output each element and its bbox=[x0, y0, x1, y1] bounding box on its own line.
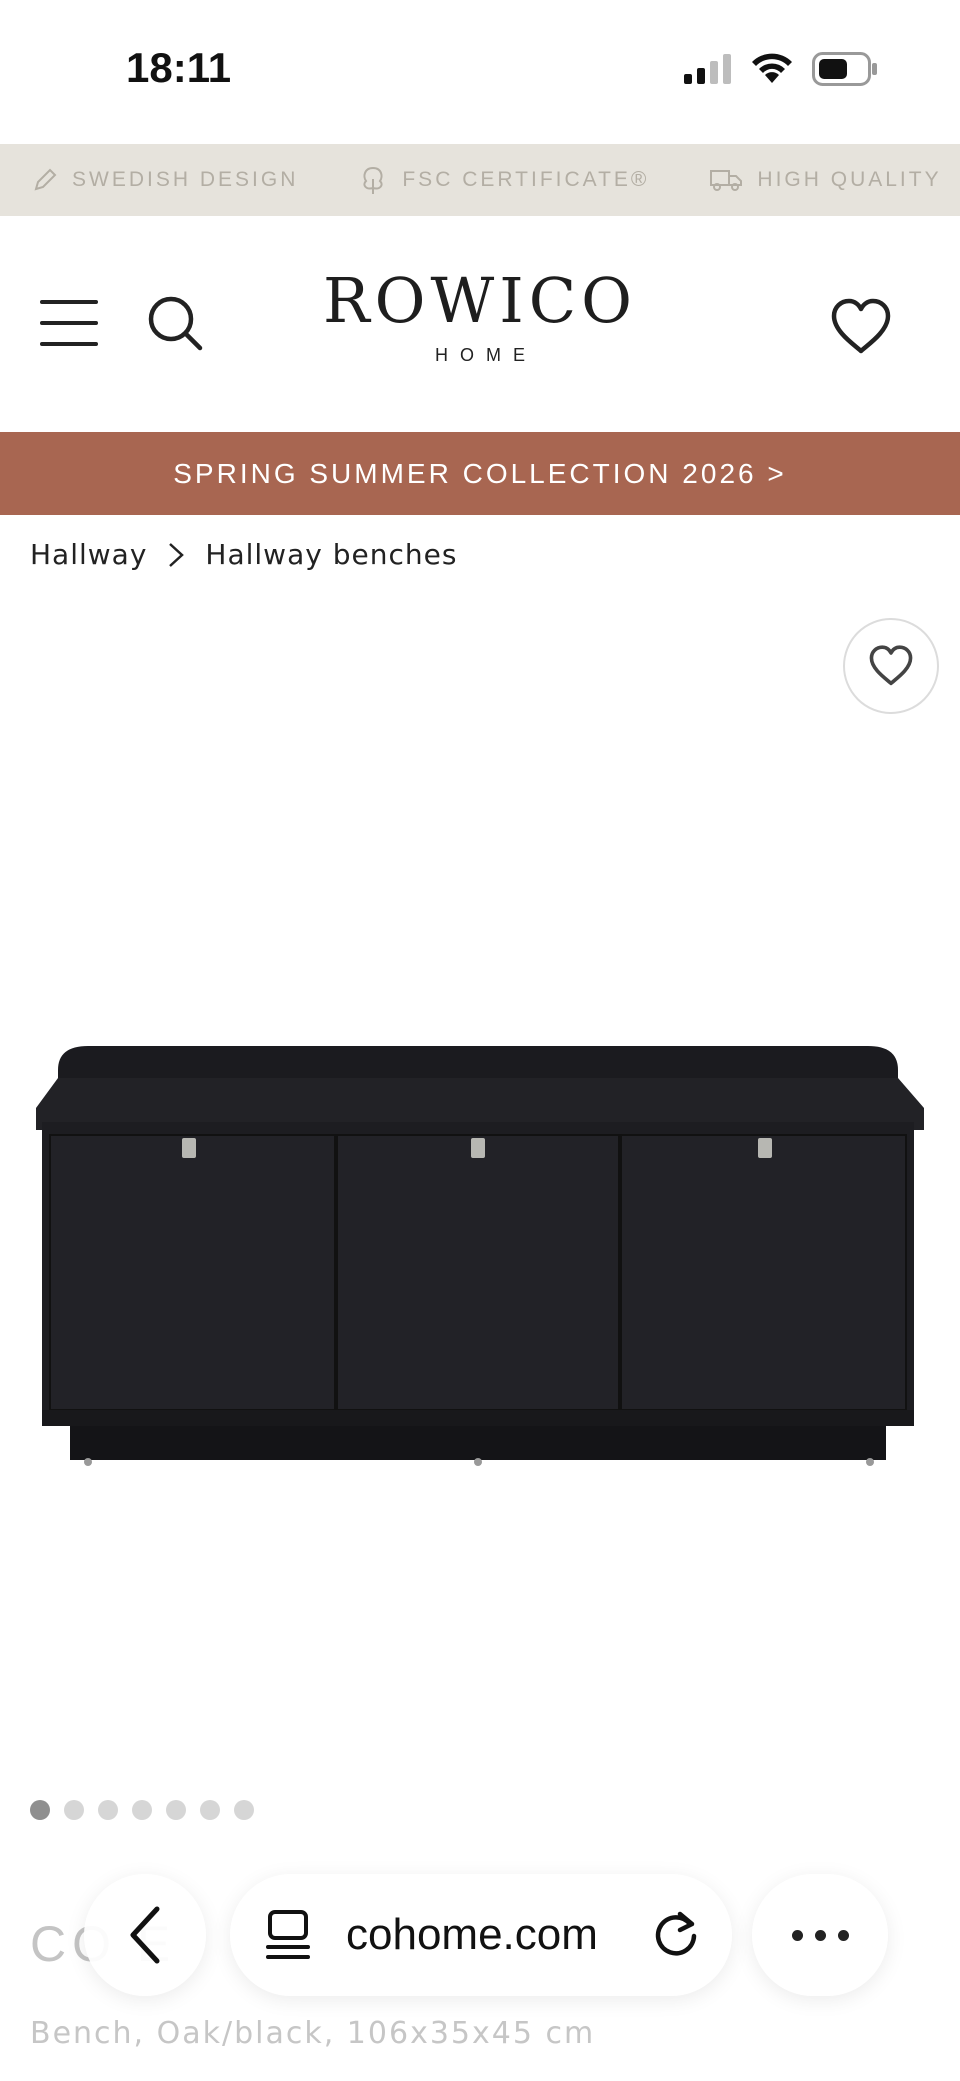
logo-main: ROWICO bbox=[323, 264, 637, 337]
site-header: ROWICO HOME bbox=[0, 216, 960, 432]
address-bar[interactable]: cohome.com bbox=[230, 1874, 732, 1996]
product-favorite-button[interactable] bbox=[843, 618, 939, 714]
carousel-dot[interactable] bbox=[166, 1800, 186, 1820]
carousel-dot[interactable] bbox=[64, 1800, 84, 1820]
carousel-dot[interactable] bbox=[30, 1800, 50, 1820]
usp-label: FSC CERTIFICATE® bbox=[402, 168, 650, 191]
carousel-dot[interactable] bbox=[200, 1800, 220, 1820]
promo-banner[interactable]: SPRING SUMMER COLLECTION 2026 > bbox=[0, 432, 960, 515]
usp-label: SWEDISH DESIGN bbox=[72, 168, 299, 191]
heart-icon bbox=[869, 645, 913, 686]
back-button[interactable] bbox=[84, 1874, 206, 1996]
site-logo[interactable]: ROWICO HOME bbox=[0, 264, 960, 366]
carousel-dot[interactable] bbox=[234, 1800, 254, 1820]
usp-item: FSC CERTIFICATE® bbox=[358, 165, 649, 195]
tree-icon bbox=[363, 166, 383, 194]
browser-toolbar: cohome.com bbox=[0, 1860, 960, 2010]
carousel-dot[interactable] bbox=[98, 1800, 118, 1820]
usp-strip: SWEDISH DESIGN FSC CERTIFICATE® HIGH QUA… bbox=[0, 144, 960, 216]
product-subtitle: Bench, Oak/black, 106x35x45 cm bbox=[30, 2016, 596, 2051]
tabs-icon bbox=[266, 1910, 310, 1959]
battery-icon bbox=[812, 52, 877, 86]
more-dot bbox=[837, 1929, 849, 1941]
product-image-bench bbox=[36, 1046, 924, 1466]
carousel-dots bbox=[30, 1800, 254, 1820]
wishlist-button[interactable] bbox=[830, 298, 892, 356]
usp-item: SWEDISH DESIGN bbox=[32, 167, 298, 193]
status-time: 18:11 bbox=[126, 44, 232, 91]
pencil-icon bbox=[34, 168, 57, 191]
heart-icon bbox=[831, 298, 891, 354]
carousel-dot[interactable] bbox=[132, 1800, 152, 1820]
truck-icon bbox=[710, 170, 743, 191]
breadcrumb-item[interactable]: Hallway bbox=[30, 538, 147, 571]
breadcrumb: Hallway Hallway benches bbox=[30, 538, 457, 571]
breadcrumb-item[interactable]: Hallway benches bbox=[205, 538, 457, 571]
url-text: cohome.com bbox=[346, 1910, 598, 1959]
status-icons bbox=[684, 52, 878, 86]
more-button[interactable] bbox=[752, 1874, 888, 1996]
cellular-signal-icon bbox=[684, 54, 731, 84]
chevron-right-icon bbox=[169, 542, 185, 567]
status-bar: 18:11 bbox=[0, 0, 960, 144]
wifi-icon bbox=[752, 53, 792, 83]
usp-label: HIGH QUALITY bbox=[757, 168, 942, 191]
more-dot bbox=[814, 1929, 826, 1941]
usp-item: HIGH QUALITY bbox=[709, 167, 941, 193]
reload-icon[interactable] bbox=[650, 1910, 702, 1962]
more-dot bbox=[791, 1929, 803, 1941]
chevron-left-icon bbox=[130, 1906, 160, 1964]
logo-sub: HOME bbox=[435, 345, 537, 365]
